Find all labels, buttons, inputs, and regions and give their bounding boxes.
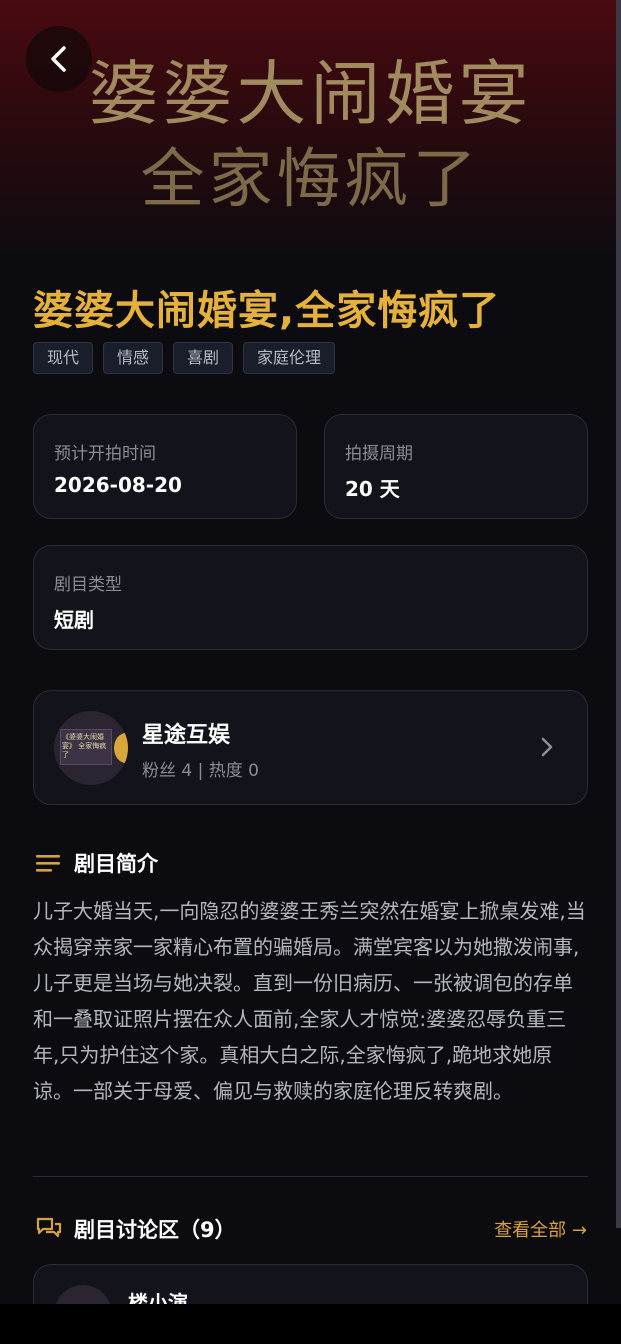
discussion-header: 剧目讨论区（9） — [36, 1214, 236, 1244]
chevron-right-icon — [541, 737, 553, 757]
poster-title-line1: 婆婆大闹婚宴 — [88, 53, 533, 135]
start-date-card: 预计开拍时间 2026-08-20 — [33, 414, 297, 519]
studio-stats: 粉丝 4 | 热度 0 — [142, 761, 259, 781]
studio-card[interactable]: 《婆婆大闹婚宴》 全家悔疯了 星途互娱 粉丝 4 | 热度 0 — [33, 690, 588, 805]
poster-title-line2: 全家悔疯了 — [140, 143, 481, 217]
avatar-disc — [114, 733, 128, 763]
synopsis-heading: 剧目简介 — [74, 852, 158, 876]
studio-name: 星途互娱 — [142, 723, 231, 748]
shooting-period-label: 拍摄周期 — [345, 444, 413, 464]
view-all-link[interactable]: 查看全部 → — [494, 1216, 587, 1242]
drama-type-card: 剧目类型 短剧 — [33, 545, 588, 650]
back-button[interactable] — [26, 26, 92, 92]
start-date-value: 2026-08-20 — [54, 473, 182, 497]
synopsis-text: 儿子大婚当天,一向隐忍的婆婆王秀兰突然在婚宴上掀桌发难,当众揭穿亲家一家精心布置… — [33, 899, 586, 1103]
avatar-poster-text: 《婆婆大闹婚宴》 全家悔疯了 — [62, 733, 107, 759]
drama-title: 婆婆大闹婚宴,全家悔疯了 — [33, 288, 501, 334]
tag-list: 现代 情感 喜剧 家庭伦理 — [33, 342, 336, 374]
studio-avatar: 《婆婆大闹婚宴》 全家悔疯了 — [54, 711, 128, 785]
tag: 情感 — [103, 342, 164, 374]
shooting-period-card: 拍摄周期 20 天 — [324, 414, 588, 519]
list-icon — [36, 855, 60, 872]
scrollbar[interactable] — [616, 0, 621, 1228]
divider — [33, 1176, 588, 1177]
drama-type-label: 剧目类型 — [54, 575, 122, 595]
poster-banner: 婆婆大闹婚宴 全家悔疯了 — [0, 0, 621, 270]
chat-icon — [36, 1217, 62, 1238]
chevron-left-icon — [51, 46, 66, 72]
drama-type-value: 短剧 — [54, 608, 94, 632]
start-date-label: 预计开拍时间 — [54, 444, 156, 464]
tag: 家庭伦理 — [243, 342, 336, 374]
tag: 现代 — [33, 342, 94, 374]
shooting-period-value: 20 天 — [345, 477, 400, 501]
bottom-bar — [0, 1304, 621, 1344]
synopsis-header: 剧目简介 — [36, 848, 158, 878]
discussion-heading: 剧目讨论区（9） — [74, 1218, 236, 1242]
tag: 喜剧 — [173, 342, 234, 374]
drama-detail-page: 婆婆大闹婚宴 全家悔疯了 婆婆大闹婚宴,全家悔疯了 现代 情感 喜剧 家庭伦理 … — [0, 0, 621, 1344]
